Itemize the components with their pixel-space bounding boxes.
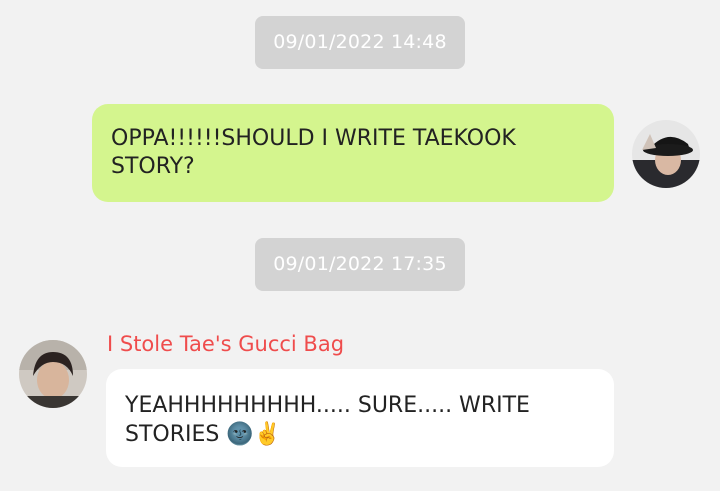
my-avatar[interactable]	[632, 120, 700, 188]
outgoing-message-bubble[interactable]: OPPA!!!!!!SHOULD I WRITE TAEKOOK STORY?	[92, 104, 614, 202]
incoming-message-bubble[interactable]: YEAHHHHHHHHH..... SURE..... WRITE STORIE…	[106, 369, 614, 467]
message-text: OPPA!!!!!!SHOULD I WRITE TAEKOOK STORY?	[111, 126, 516, 179]
avatar-photo	[19, 340, 87, 408]
timestamp-badge: 09/01/2022 14:48	[255, 16, 465, 69]
sender-name[interactable]: I Stole Tae's Gucci Bag	[107, 330, 344, 358]
avatar-photo	[632, 120, 700, 188]
message-text: YEAHHHHHHHHH..... SURE..... WRITE STORIE…	[125, 393, 530, 447]
timestamp-badge: 09/01/2022 17:35	[255, 238, 465, 291]
contact-avatar[interactable]	[19, 340, 87, 408]
